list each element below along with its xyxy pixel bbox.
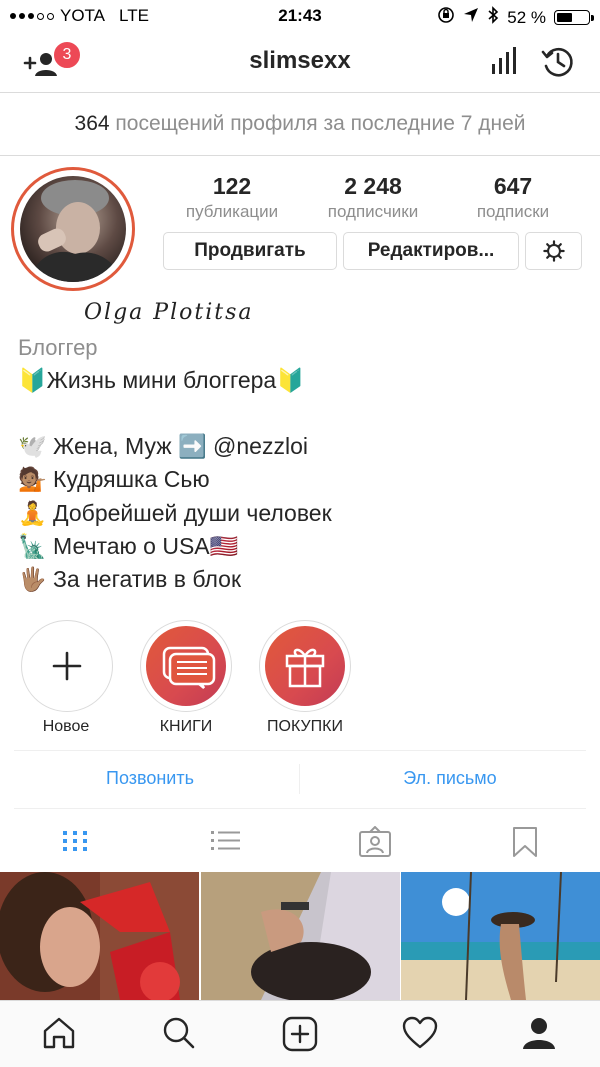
new-post-tab[interactable] (282, 1016, 318, 1057)
search-tab[interactable] (162, 1016, 196, 1055)
battery-percent: 52 % (507, 7, 546, 27)
tagged-person-icon (359, 825, 391, 857)
highlight-books-cover (146, 626, 226, 706)
highlight-new[interactable] (21, 620, 113, 712)
following-stat[interactable]: 647 подписки (443, 173, 583, 222)
following-count: 647 (493, 173, 533, 199)
status-right: 52 % (437, 6, 594, 29)
highlight-shopping-cover (265, 626, 345, 706)
followers-label: подписчики (327, 202, 419, 221)
heart-icon (402, 1016, 438, 1049)
gift-icon (285, 648, 325, 688)
plus-square-icon (282, 1016, 318, 1052)
tab-grid[interactable] (60, 826, 90, 861)
highlight-books-label: КНИГИ (159, 718, 213, 735)
settings-button[interactable] (525, 232, 582, 270)
home-icon (43, 1017, 75, 1049)
insights-button[interactable] (490, 46, 518, 81)
bio-category: Блоггер (18, 335, 98, 360)
bio-line: 🕊️ Жена, Муж ➡️ @nezzloi (18, 433, 308, 459)
post-thumbnail[interactable] (201, 872, 400, 1002)
search-icon (163, 1017, 195, 1049)
bookmark-icon (513, 827, 537, 857)
post-image-3 (401, 871, 600, 1001)
bio-line: 🗽 Мечтаю о USA🇺🇸 (18, 533, 239, 559)
bio-line: 🖐🏽 За негатив в блок (18, 566, 242, 592)
status-bar: YOTA LTE 21:43 52 % (0, 0, 600, 32)
orientation-lock-icon (437, 6, 455, 29)
posts-count: 122 (212, 173, 252, 199)
posts-label: публикации (185, 202, 279, 221)
grid-icon (63, 831, 87, 851)
tab-saved[interactable] (512, 826, 538, 863)
call-button[interactable]: Позвонить (0, 768, 300, 789)
battery-icon (554, 10, 594, 25)
avatar-photo (30, 180, 120, 282)
location-arrow-icon (463, 7, 479, 28)
edit-profile-button[interactable]: Редактиров... (343, 232, 519, 270)
tab-tagged[interactable] (358, 825, 392, 863)
post-thumbnail[interactable] (0, 872, 199, 1002)
archive-button[interactable] (540, 44, 576, 85)
visits-count: 364 (74, 112, 110, 135)
post-thumbnail[interactable] (401, 871, 600, 1001)
bluetooth-icon (487, 6, 499, 29)
post-image-2 (201, 872, 400, 1002)
posts-stat[interactable]: 122 публикации (162, 173, 302, 222)
promote-button[interactable]: Продвигать (163, 232, 337, 270)
avatar[interactable] (20, 176, 126, 282)
history-clock-icon (541, 47, 573, 77)
activity-tab[interactable] (402, 1016, 438, 1055)
profile-tab[interactable] (522, 1016, 556, 1055)
highlight-shopping[interactable] (259, 620, 351, 712)
post-image-1 (0, 872, 199, 1002)
followers-count: 2 248 (344, 173, 402, 199)
chat-bubbles-icon (162, 646, 216, 689)
tab-list[interactable] (210, 826, 242, 861)
bio-line: 🔰Жизнь мини блоггера🔰 (18, 367, 305, 393)
gear-icon (542, 240, 565, 262)
bio-line: 💁🏽 Кудряшка Сью (18, 466, 210, 492)
home-tab[interactable] (42, 1016, 76, 1055)
email-button[interactable]: Эл. письмо (300, 768, 600, 789)
highlight-new-label: Новое (42, 718, 90, 735)
profile-name: Olga Plotitsa (84, 300, 254, 325)
bar-chart-icon (492, 47, 516, 74)
list-icon (211, 831, 240, 850)
divider (14, 808, 586, 809)
profile-visits-banner[interactable]: 364 посещений профиля за последние 7 дне… (0, 93, 600, 156)
highlight-books[interactable] (140, 620, 232, 712)
followers-stat[interactable]: 2 248 подписчики (303, 173, 443, 222)
bio-line: 🧘 Добрейшей души человек (18, 500, 332, 526)
user-profile-icon (523, 1018, 555, 1049)
divider (14, 750, 586, 751)
highlight-shopping-label: ПОКУПКИ (267, 718, 343, 735)
following-label: подписки (476, 202, 550, 221)
visits-text: посещений профиля за последние 7 дней (115, 112, 526, 135)
plus-icon (52, 651, 82, 681)
top-nav-bar: 3 slimsexx (0, 32, 600, 93)
